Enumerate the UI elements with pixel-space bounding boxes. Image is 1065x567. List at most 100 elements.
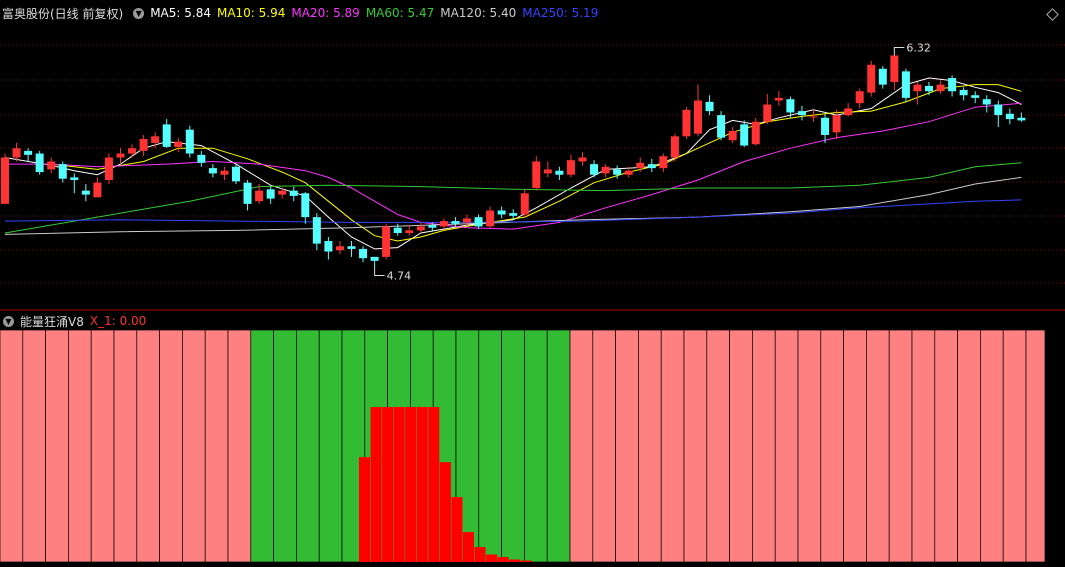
- candle-body: [347, 246, 356, 249]
- indicator-bar: [474, 547, 486, 562]
- chevron-down-icon[interactable]: ▼: [133, 7, 145, 19]
- candle-body: [555, 170, 564, 175]
- candle-body: [12, 148, 21, 158]
- candle-body: [370, 256, 379, 261]
- low-pointer: [374, 267, 385, 276]
- indicator-bar: [359, 457, 371, 562]
- candle: [936, 80, 945, 94]
- candle-body: [890, 55, 899, 82]
- indicator-bar: [520, 560, 532, 562]
- candle-body: [162, 124, 171, 147]
- ma-legend-item: MA60: 5.47: [365, 6, 435, 20]
- candle: [578, 152, 587, 166]
- indicator-background-bands: [0, 329, 1046, 563]
- candle: [855, 88, 864, 109]
- candle-body: [428, 225, 437, 228]
- indicator-band-pink: [752, 329, 776, 563]
- candle: [763, 93, 772, 125]
- indicator-bar: [370, 407, 382, 562]
- candle-body: [463, 218, 471, 223]
- indicator-band-pink: [888, 329, 913, 563]
- candle-body: [936, 84, 945, 92]
- candle-body: [128, 148, 137, 154]
- candle: [821, 113, 830, 143]
- candle-body: [786, 99, 795, 113]
- candle: [728, 127, 737, 143]
- candle-body: [509, 213, 518, 216]
- indicator-band-green: [296, 329, 320, 563]
- indicator-band-pink: [934, 329, 958, 563]
- candle: [566, 154, 575, 178]
- candle-body: [590, 164, 599, 175]
- candle: [486, 206, 495, 228]
- candle-body: [832, 115, 841, 133]
- candle: [925, 81, 933, 96]
- candle: [647, 158, 656, 173]
- candle-body: [301, 193, 310, 218]
- price-panel-header: 富奥股份(日线 前复权) ▼ MA5: 5.84 MA10: 5.94 MA20: …: [0, 4, 610, 22]
- candle-body: [197, 154, 206, 163]
- indicator-band-pink: [45, 329, 69, 563]
- indicator-band-pink: [569, 329, 594, 563]
- indicator-band-pink: [227, 329, 252, 563]
- indicator-band-pink: [0, 329, 24, 563]
- candle-body: [959, 89, 968, 96]
- candle-body: [405, 230, 414, 234]
- indicator-band-pink: [820, 329, 844, 563]
- indicator-bar: [405, 407, 417, 562]
- candle: [347, 240, 356, 257]
- candle: [128, 144, 137, 158]
- ma-legend-item: MA250: 5.19: [522, 6, 599, 20]
- candle-body: [220, 170, 229, 175]
- indicator-band-green: [501, 329, 525, 563]
- candle-body: [601, 166, 610, 174]
- candle-body: [393, 227, 402, 234]
- candle: [543, 161, 552, 178]
- ma120-line: [4, 176, 1022, 235]
- indicator-bar: [462, 532, 474, 562]
- candle: [913, 81, 922, 105]
- indicator-band-pink: [866, 329, 890, 563]
- candle-body: [486, 210, 495, 227]
- candle: [590, 160, 599, 178]
- candle: [93, 177, 102, 198]
- candle: [197, 150, 206, 167]
- candle-body: [324, 240, 333, 252]
- indicator-band-green: [273, 329, 297, 563]
- indicator-band-green: [546, 329, 571, 563]
- indicator-band-pink: [1025, 329, 1046, 563]
- moving-average-lines: [4, 77, 1022, 250]
- chevron-down-icon[interactable]: ▼: [3, 315, 14, 327]
- candle: [751, 117, 760, 146]
- indicator-band-pink: [729, 329, 753, 563]
- ma-legend-item: MA20: 5.89: [291, 6, 360, 20]
- candle-body: [728, 131, 737, 141]
- candle-body: [439, 221, 448, 227]
- candle: [439, 218, 448, 230]
- candle: [405, 225, 414, 236]
- indicator-band-pink: [797, 329, 822, 563]
- candle: [243, 180, 252, 211]
- candle: [520, 189, 529, 218]
- candle: [335, 240, 344, 255]
- candle-body: [35, 153, 44, 173]
- candle: [682, 107, 691, 139]
- candle-body: [659, 156, 668, 169]
- candle-body: [670, 136, 679, 158]
- candle-body: [821, 117, 830, 135]
- candle-body: [878, 68, 887, 85]
- indicator-name: 能量狂涌V8: [20, 314, 84, 329]
- candle-body: [532, 161, 541, 188]
- ma-legend-item: MA5: 5.84: [150, 6, 211, 20]
- candle-body: [93, 182, 102, 198]
- candle-body: [185, 129, 194, 154]
- candle: [532, 156, 541, 191]
- indicator-bar: [416, 407, 428, 562]
- candle-body: [740, 124, 749, 146]
- indicator-band-pink: [615, 329, 639, 563]
- indicator-band-pink: [706, 329, 730, 563]
- candle-body: [104, 157, 113, 181]
- candle-body: [174, 141, 183, 147]
- candle-body: [705, 101, 714, 112]
- indicator-band-pink: [22, 329, 46, 563]
